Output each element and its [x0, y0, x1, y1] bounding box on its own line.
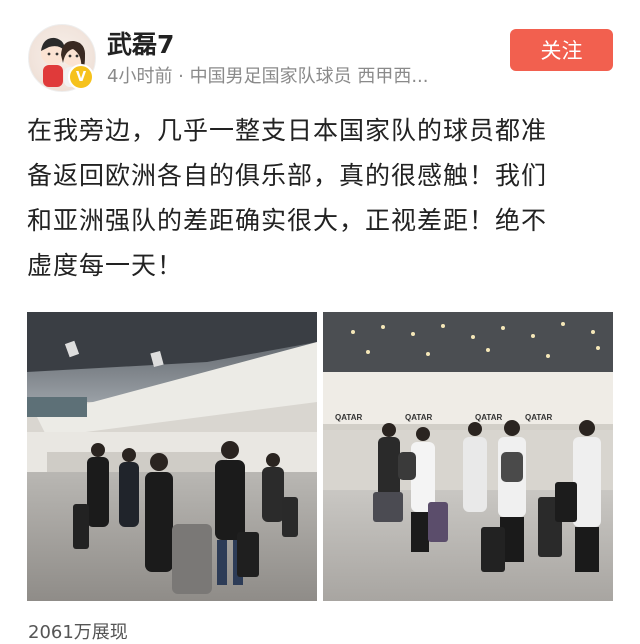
post-header: V 武磊7 4小时前 · 中国男足国家队球员 西甲西... 关注: [0, 0, 640, 100]
qatar-sign: QATAR: [405, 413, 432, 422]
follow-button[interactable]: 关注: [510, 29, 613, 71]
post-photo-2[interactable]: QATAR QATAR QATAR QATAR: [323, 312, 613, 601]
post-text-line: 备返回欧洲各自的俱乐部，真的很感触！我们: [27, 161, 548, 190]
post-meta: 4小时前 · 中国男足国家队球员 西甲西...: [107, 66, 429, 87]
post-photo-1[interactable]: [27, 312, 317, 601]
view-count: 2061万展现: [28, 622, 128, 643]
airport-photo-1: [27, 312, 317, 601]
post-text-line: 和亚洲强队的差距确实很大，正视差距！绝不: [27, 206, 548, 235]
verified-badge-icon: V: [68, 64, 94, 90]
post-text-line: 在我旁边，几乎一整支日本国家队的球员都准: [27, 116, 548, 145]
username[interactable]: 武磊7: [107, 25, 174, 61]
post-text-line: 虚度每一天！: [27, 251, 184, 280]
qatar-sign: QATAR: [335, 413, 362, 422]
qatar-sign: QATAR: [475, 413, 502, 422]
airport-photo-2: QATAR QATAR QATAR QATAR: [323, 312, 613, 601]
post-text: 在我旁边，几乎一整支日本国家队的球员都准 备返回欧洲各自的俱乐部，真的很感触！我…: [27, 108, 617, 288]
qatar-sign: QATAR: [525, 413, 552, 422]
